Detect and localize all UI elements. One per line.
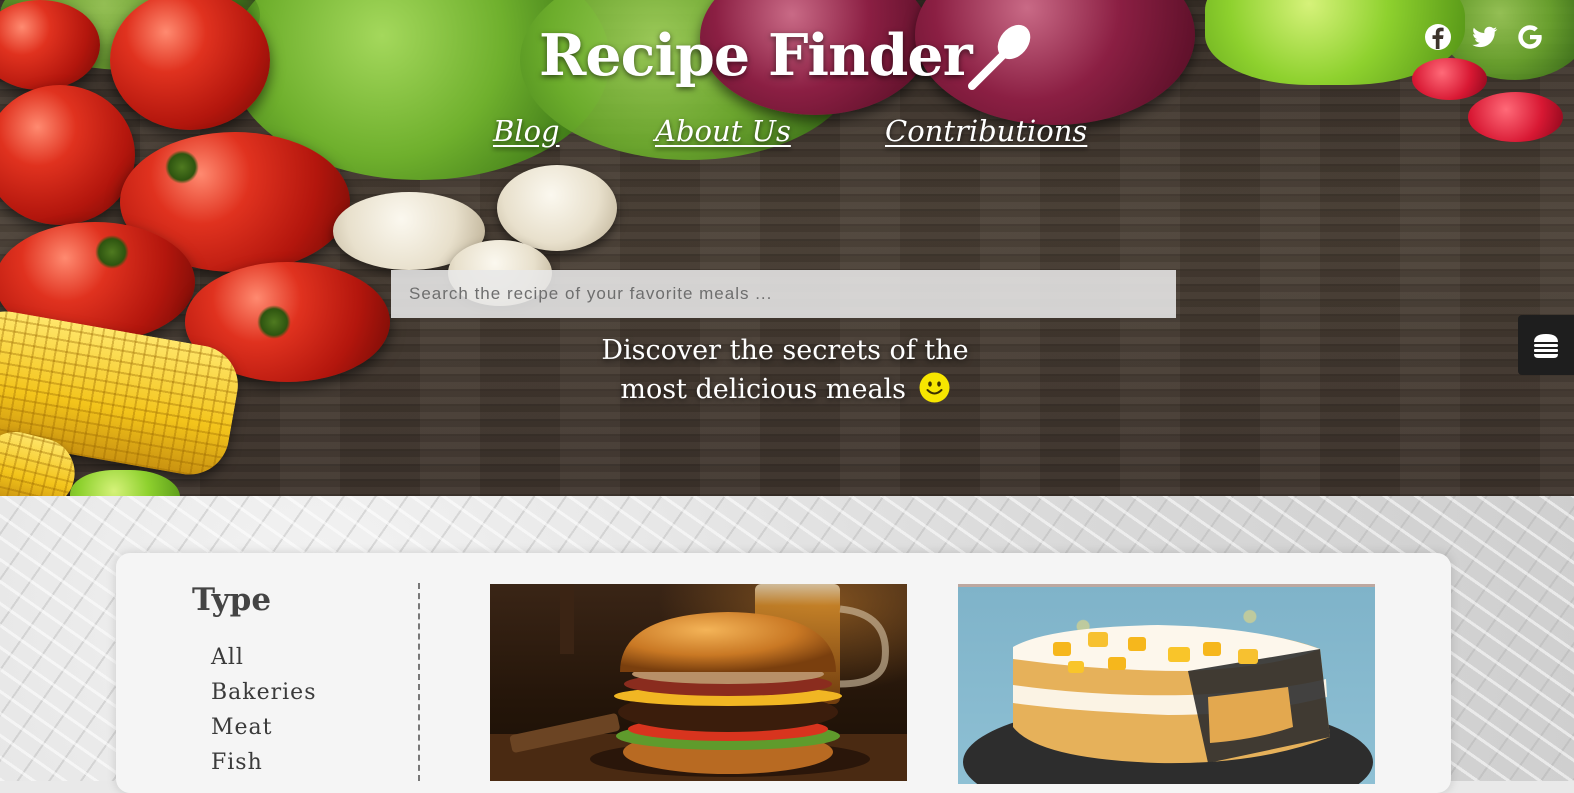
filter-item-all[interactable]: All: [211, 643, 317, 678]
tagline-line-2: most delicious meals: [620, 374, 907, 405]
nav-link-about-us[interactable]: About Us: [655, 114, 791, 148]
main-nav: Blog About Us Contributions: [0, 114, 1574, 158]
twitter-icon[interactable]: [1469, 22, 1499, 52]
tagline-line-1: Discover the secrets of the: [601, 335, 969, 366]
filter-item-fish[interactable]: Fish: [211, 748, 317, 783]
burger-icon: [1534, 334, 1558, 358]
hero-tagline: Discover the secrets of the most delicio…: [560, 331, 1010, 409]
nav-link-blog[interactable]: Blog: [493, 114, 560, 148]
tomato-stem-decoration: [95, 235, 129, 269]
facebook-icon[interactable]: [1423, 22, 1453, 52]
burger-photo: [490, 584, 907, 781]
google-icon[interactable]: [1515, 22, 1545, 52]
panel-divider: [418, 583, 420, 781]
recipe-card-burger[interactable]: [490, 584, 907, 781]
filter-title: Type: [192, 582, 272, 618]
tomato-decoration: [110, 0, 270, 130]
smiley-icon: [919, 372, 950, 403]
nav-link-contributions[interactable]: Contributions: [885, 114, 1087, 148]
pepper-decoration: [70, 470, 180, 496]
tomato-stem-decoration: [257, 305, 291, 339]
recipe-card-cake[interactable]: [958, 584, 1375, 784]
brand-title[interactable]: Recipe Finder: [539, 18, 973, 94]
type-filter-list: All Bakeries Meat Fish: [211, 643, 317, 783]
burger-menu-tab[interactable]: [1518, 315, 1574, 375]
filter-item-bakeries[interactable]: Bakeries: [211, 678, 317, 713]
spoon-icon: [968, 24, 1031, 90]
filter-item-meat[interactable]: Meat: [211, 713, 317, 748]
recipe-search-input[interactable]: [391, 270, 1176, 318]
cake-photo: [963, 625, 1373, 784]
radish-decoration: [1412, 58, 1487, 100]
mushroom-decoration: [497, 165, 617, 251]
hero-banner: Recipe Finder Blog About Us Contribution…: [0, 0, 1574, 496]
